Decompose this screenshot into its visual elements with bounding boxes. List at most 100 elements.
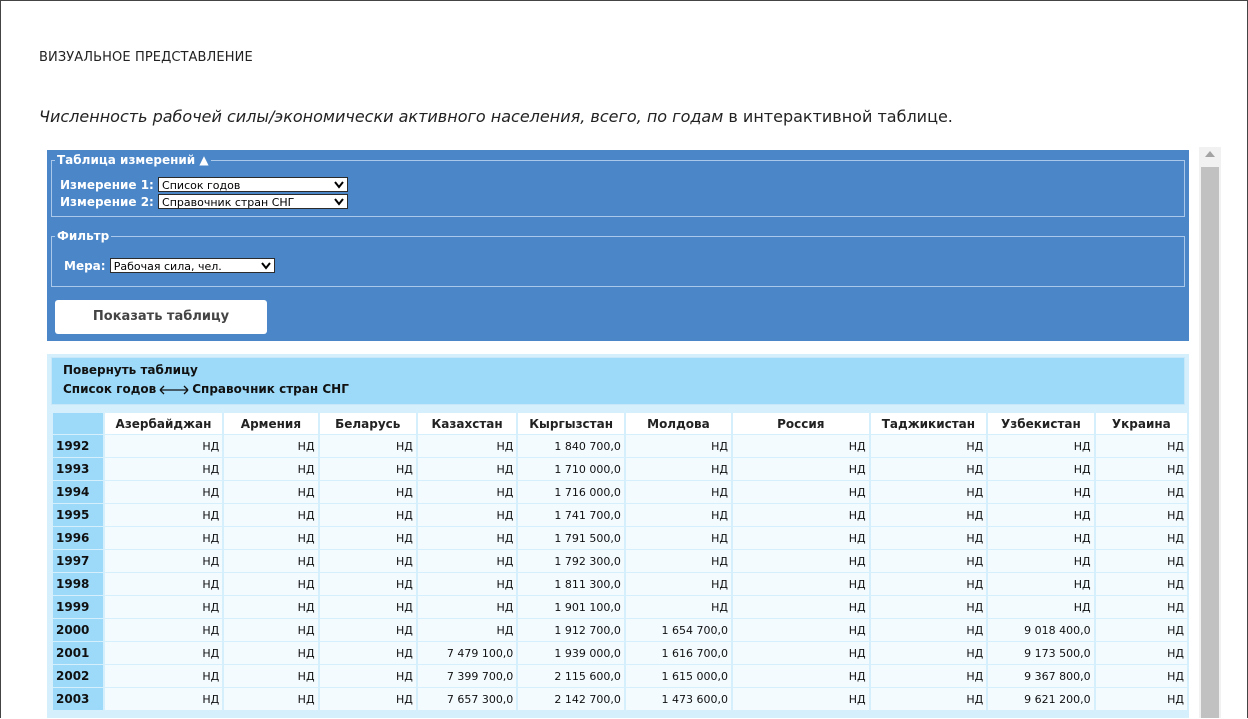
- data-table: Азербайджан Армения Беларусь Казахстан К…: [51, 412, 1189, 711]
- table-cell: НД: [625, 481, 731, 503]
- table-cell: НД: [319, 435, 416, 457]
- table-cell: НД: [224, 504, 318, 526]
- row-year-header[interactable]: 2001: [53, 642, 103, 664]
- table-cell: НД: [319, 688, 416, 710]
- table-cell: 1 792 300,0: [518, 550, 624, 572]
- row-year-header[interactable]: 1998: [53, 573, 103, 595]
- table-cell: НД: [732, 665, 869, 687]
- table-cell: 1 473 600,0: [625, 688, 731, 710]
- row-year-header[interactable]: 1994: [53, 481, 103, 503]
- show-table-button[interactable]: Показать таблицу: [55, 300, 267, 334]
- table-cell: НД: [870, 573, 987, 595]
- table-header-row: Азербайджан Армения Беларусь Казахстан К…: [53, 413, 1187, 434]
- row-year-header[interactable]: 1997: [53, 550, 103, 572]
- table-row: 1992 НД НД НД НД 1 840 700,0 НД НД НД НД НД: [53, 435, 1187, 457]
- table-cell: НД: [417, 596, 517, 618]
- table-cell: 1 716 000,0: [518, 481, 624, 503]
- table-cell: 7 657 300,0: [417, 688, 517, 710]
- pivot-box: Повернуть таблицу Список годов Справочник…: [51, 357, 1185, 405]
- table-cell: НД: [104, 481, 223, 503]
- row-year-header[interactable]: 1992: [53, 435, 103, 457]
- chevron-down-icon: [334, 198, 344, 206]
- table-cell: НД: [870, 550, 987, 572]
- column-header[interactable]: Беларусь: [319, 413, 416, 434]
- dimension-1-row: Измерение 1: Список годов: [60, 177, 349, 192]
- vertical-scrollbar[interactable]: [1199, 147, 1221, 718]
- scroll-up-arrow-icon[interactable]: [1205, 151, 1215, 157]
- column-header[interactable]: Молдова: [625, 413, 731, 434]
- table-cell: НД: [104, 527, 223, 549]
- scrollbar-thumb[interactable]: [1201, 167, 1219, 718]
- row-year-header[interactable]: 1993: [53, 458, 103, 480]
- dimension-2-select[interactable]: Справочник стран СНГ: [158, 194, 349, 209]
- column-header[interactable]: Украина: [1095, 413, 1187, 434]
- dimension-1-label: Измерение 1:: [60, 177, 154, 192]
- table-corner-cell: [53, 413, 103, 434]
- column-header[interactable]: Армения: [224, 413, 318, 434]
- table-cell: НД: [732, 619, 869, 641]
- swap-arrow-icon: [159, 385, 189, 394]
- table-cell: 1 901 100,0: [518, 596, 624, 618]
- table-cell: НД: [224, 642, 318, 664]
- table-cell: НД: [870, 665, 987, 687]
- table-cell: НД: [224, 688, 318, 710]
- table-row: 2000 НД НД НД НД 1 912 700,0 1 654 700,0 НД НД 9 …: [53, 619, 1187, 641]
- table-cell: НД: [1095, 688, 1187, 710]
- table-cell: НД: [870, 619, 987, 641]
- table-cell: НД: [319, 642, 416, 664]
- pivot-swap-link[interactable]: Список годов Справочник стран СНГ: [63, 382, 349, 396]
- table-cell: НД: [104, 665, 223, 687]
- control-panel: Таблица измерений ▲ Измерение 1: Список …: [47, 150, 1189, 341]
- table-cell: НД: [224, 435, 318, 457]
- table-cell: НД: [104, 688, 223, 710]
- table-cell: НД: [224, 619, 318, 641]
- table-cell: 1 912 700,0: [518, 619, 624, 641]
- table-cell: НД: [319, 527, 416, 549]
- column-header[interactable]: Кыргызстан: [518, 413, 624, 434]
- row-year-header[interactable]: 2000: [53, 619, 103, 641]
- table-cell: НД: [224, 665, 318, 687]
- column-header[interactable]: Россия: [732, 413, 869, 434]
- measure-select[interactable]: Рабочая сила, чел.: [109, 258, 275, 273]
- table-cell: НД: [870, 642, 987, 664]
- table-cell: НД: [988, 527, 1094, 549]
- page-frame: ВИЗУАЛЬНОЕ ПРЕДСТАВЛЕНИЕ Численность раб…: [0, 0, 1248, 718]
- table-cell: НД: [625, 596, 731, 618]
- table-cell: 9 173 500,0: [988, 642, 1094, 664]
- dimension-1-select[interactable]: Список годов: [158, 177, 349, 192]
- table-cell: НД: [732, 435, 869, 457]
- row-year-header[interactable]: 2002: [53, 665, 103, 687]
- column-header[interactable]: Таджикистан: [870, 413, 987, 434]
- row-year-header[interactable]: 1995: [53, 504, 103, 526]
- table-cell: 9 367 800,0: [988, 665, 1094, 687]
- row-year-header[interactable]: 2003: [53, 688, 103, 710]
- table-cell: НД: [417, 573, 517, 595]
- section-title: ВИЗУАЛЬНОЕ ПРЕДСТАВЛЕНИЕ: [39, 50, 253, 65]
- table-cell: НД: [104, 435, 223, 457]
- table-cell: НД: [988, 481, 1094, 503]
- table-cell: НД: [319, 481, 416, 503]
- table-cell: НД: [870, 688, 987, 710]
- table-cell: НД: [319, 458, 416, 480]
- table-cell: НД: [732, 504, 869, 526]
- pivot-title: Повернуть таблицу: [63, 363, 198, 377]
- table-cell: НД: [319, 665, 416, 687]
- table-cell: 1 939 000,0: [518, 642, 624, 664]
- column-header[interactable]: Казахстан: [417, 413, 517, 434]
- table-cell: НД: [104, 596, 223, 618]
- column-header[interactable]: Азербайджан: [104, 413, 223, 434]
- column-header[interactable]: Узбекистан: [988, 413, 1094, 434]
- table-cell: 9 621 200,0: [988, 688, 1094, 710]
- table-row: 1998 НД НД НД НД 1 811 300,0 НД НД НД НД НД: [53, 573, 1187, 595]
- row-year-header[interactable]: 1996: [53, 527, 103, 549]
- table-cell: 2 142 700,0: [518, 688, 624, 710]
- table-cell: НД: [319, 573, 416, 595]
- row-year-header[interactable]: 1999: [53, 596, 103, 618]
- chevron-down-icon: [334, 181, 344, 189]
- table-cell: НД: [732, 688, 869, 710]
- dimensions-toggle[interactable]: Таблица измерений ▲: [55, 153, 211, 167]
- table-cell: 1 791 500,0: [518, 527, 624, 549]
- table-cell: НД: [625, 435, 731, 457]
- table-cell: НД: [104, 550, 223, 572]
- table-cell: НД: [417, 435, 517, 457]
